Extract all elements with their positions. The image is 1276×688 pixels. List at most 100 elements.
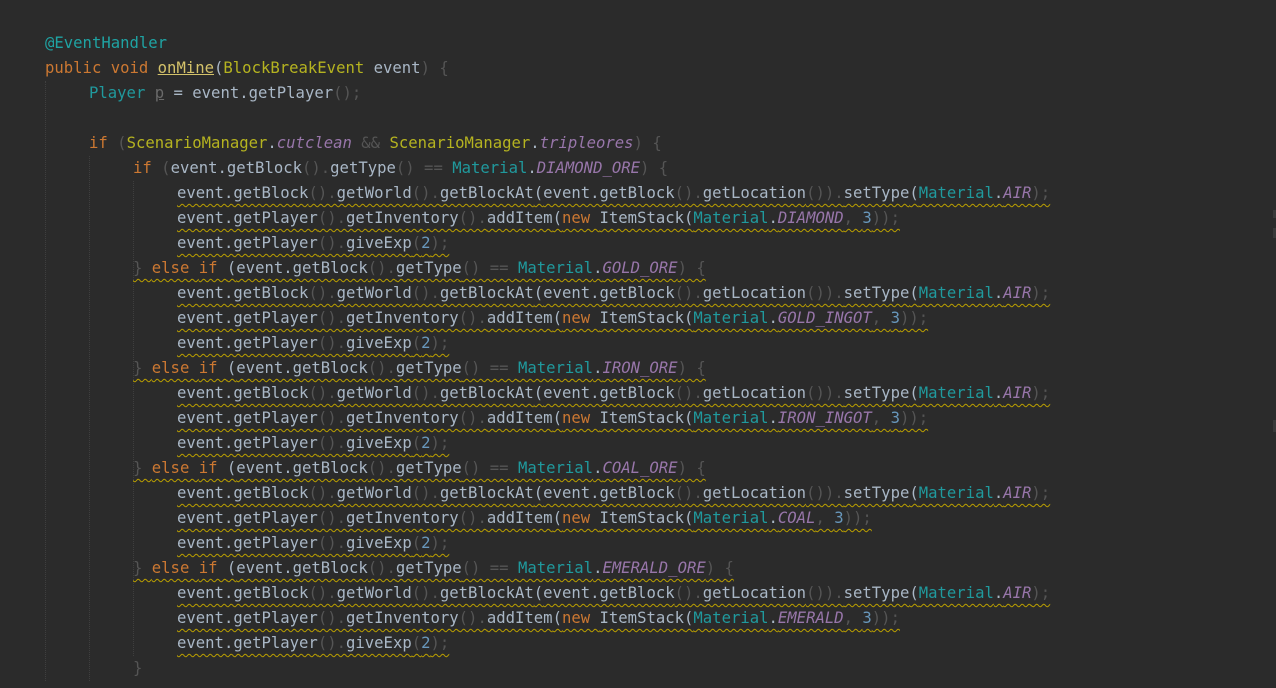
code-token: event.getBlock — [543, 584, 675, 602]
code-line-20[interactable]: event.getPlayer().getInventory().addItem… — [0, 506, 872, 531]
code-token: (). — [308, 384, 337, 402]
code-editor[interactable]: @EventHandler public void onMine(BlockBre… — [0, 0, 1276, 688]
code-token: } — [133, 359, 152, 377]
code-token: getBlockAt — [439, 484, 534, 502]
code-line-5[interactable]: if (ScenarioManager.cutclean && Scenario… — [0, 131, 662, 156]
code-token: . — [768, 409, 778, 427]
code-token: ()). — [806, 584, 844, 602]
code-token: event.getBlock — [236, 559, 368, 577]
code-line-4[interactable] — [0, 106, 1, 131]
code-token: event.getBlock — [170, 159, 302, 177]
code-token: (). — [317, 234, 346, 252]
code-token: ( — [909, 484, 919, 502]
code-line-8[interactable]: event.getPlayer().getInventory().addItem… — [0, 206, 900, 231]
code-token: giveExp — [346, 434, 412, 452]
code-line-24[interactable]: event.getPlayer().getInventory().addItem… — [0, 606, 900, 631]
code-token: ScenarioManager — [126, 134, 268, 152]
code-token: getLocation — [702, 284, 807, 302]
code-token: getWorld — [336, 184, 412, 202]
code-token: giveExp — [346, 534, 412, 552]
code-token: getWorld — [336, 584, 412, 602]
code-token: AIR — [1003, 384, 1032, 402]
code-token: ); — [1031, 384, 1051, 402]
code-token: if — [198, 559, 227, 577]
code-token: getType — [395, 459, 462, 477]
code-token: ); — [1031, 484, 1051, 502]
code-token: ItemStack — [599, 609, 685, 627]
code-token: event.getBlock — [177, 184, 309, 202]
code-line-18[interactable]: } else if (event.getBlock().getType() ==… — [0, 456, 706, 481]
code-token: 3 — [862, 209, 872, 227]
code-token: @EventHandler — [45, 34, 168, 52]
code-token: tripleores — [539, 134, 634, 152]
code-token: Material — [517, 459, 594, 477]
code-token: getBlockAt — [439, 584, 534, 602]
code-line-10[interactable]: } else if (event.getBlock().getType() ==… — [0, 256, 706, 281]
code-line-2[interactable]: public void onMine(BlockBreakEvent event… — [0, 56, 449, 81]
code-line-12[interactable]: event.getPlayer().getInventory().addItem… — [0, 306, 928, 331]
code-token: ); — [1031, 184, 1051, 202]
code-token: ); — [430, 334, 450, 352]
code-token: GOLD_INGOT — [777, 309, 872, 327]
code-token: ( — [214, 59, 224, 77]
code-line-3[interactable]: Player p = event.getPlayer(); — [0, 81, 361, 106]
code-token: 3 — [862, 609, 872, 627]
code-line-16[interactable]: event.getPlayer().getInventory().addItem… — [0, 406, 928, 431]
code-token: 2 — [421, 434, 431, 452]
code-token: getWorld — [336, 284, 412, 302]
code-line-6[interactable]: if (event.getBlock().getType() == Materi… — [0, 156, 668, 181]
code-token: ) { — [640, 159, 669, 177]
code-token: else — [151, 359, 199, 377]
code-line-15[interactable]: event.getBlock().getWorld().getBlockAt(e… — [0, 381, 1050, 406]
code-token: Material — [517, 359, 594, 377]
code-line-7[interactable]: event.getBlock().getWorld().getBlockAt(e… — [0, 181, 1050, 206]
code-token: Material — [693, 409, 769, 427]
code-line-13[interactable]: event.getPlayer().giveExp(2); — [0, 331, 449, 356]
code-token: ( — [552, 509, 562, 527]
code-token: . — [993, 384, 1004, 402]
code-token: giveExp — [346, 634, 412, 652]
code-line-17[interactable]: event.getPlayer().giveExp(2); — [0, 431, 449, 456]
code-line-21[interactable]: event.getPlayer().giveExp(2); — [0, 531, 449, 556]
code-line-1[interactable]: @EventHandler — [0, 31, 167, 56]
code-token: setType — [843, 284, 910, 302]
code-token: event.getBlock — [543, 284, 675, 302]
code-line-19[interactable]: event.getBlock().getWorld().getBlockAt(e… — [0, 481, 1050, 506]
code-line-11[interactable]: event.getBlock().getWorld().getBlockAt(e… — [0, 281, 1050, 306]
code-token: addItem — [486, 609, 553, 627]
code-token: ItemStack — [599, 509, 685, 527]
code-token: if — [133, 159, 162, 177]
code-token: event.getPlayer — [177, 534, 318, 552]
code-token: . — [768, 309, 778, 327]
code-token: (). — [367, 259, 396, 277]
code-token: setType — [843, 484, 910, 502]
code-token: GOLD_ORE — [602, 259, 678, 277]
code-token: (). — [317, 434, 346, 452]
code-token: ScenarioManager — [389, 134, 531, 152]
code-token: cutclean — [276, 134, 352, 152]
code-token: 3 — [890, 409, 900, 427]
code-token: ItemStack — [599, 409, 685, 427]
code-line-9[interactable]: event.getPlayer().giveExp(2); — [0, 231, 449, 256]
code-line-23[interactable]: event.getBlock().getWorld().getBlockAt(e… — [0, 581, 1050, 606]
code-line-14[interactable]: } else if (event.getBlock().getType() ==… — [0, 356, 706, 381]
code-token: AIR — [1003, 584, 1032, 602]
code-token: if — [89, 134, 118, 152]
code-token: p — [154, 84, 165, 102]
code-token: event.getBlock — [236, 259, 368, 277]
code-token: . — [993, 284, 1004, 302]
code-token: AIR — [1003, 184, 1032, 202]
code-token: (). — [458, 409, 487, 427]
code-token: Material — [693, 609, 769, 627]
code-token: )); — [843, 509, 872, 527]
code-token: Material — [918, 484, 994, 502]
code-token: ( — [411, 434, 422, 452]
code-token: (). — [317, 509, 346, 527]
code-token: (). — [317, 209, 346, 227]
code-line-25[interactable]: event.getPlayer().giveExp(2); — [0, 631, 449, 656]
code-line-26[interactable]: } — [0, 656, 142, 681]
code-token: ( — [226, 359, 237, 377]
code-line-22[interactable]: } else if (event.getBlock().getType() ==… — [0, 556, 734, 581]
code-token: giveExp — [346, 234, 412, 252]
code-token: ( — [909, 584, 919, 602]
